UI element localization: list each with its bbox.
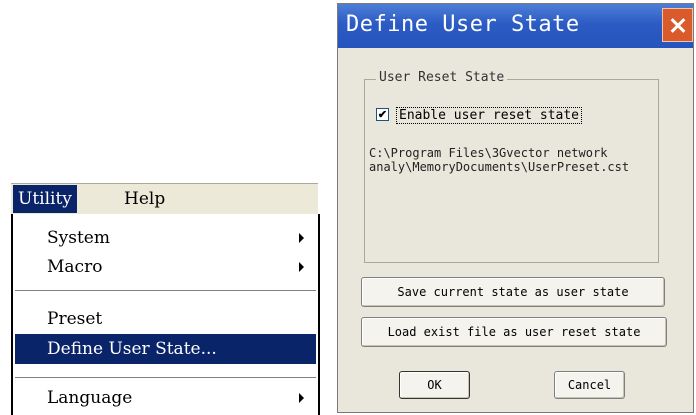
submenu-arrow-icon <box>299 233 304 243</box>
menu-item-define-user-state[interactable]: Define User State... <box>15 334 316 364</box>
group-title: User Reset State <box>376 70 508 85</box>
define-user-state-dialog: Define User State User Reset State ✔ Ena… <box>337 3 694 413</box>
menu-item-preset[interactable]: Preset <box>15 304 316 334</box>
checkbox-label[interactable]: Enable user reset state <box>396 107 583 124</box>
dialog-title-bar[interactable]: Define User State <box>338 4 693 48</box>
menu-separator <box>15 377 316 379</box>
menu-item-label: Define User State... <box>47 339 217 359</box>
menu-item-label: Preset <box>47 309 103 329</box>
ok-button[interactable]: OK <box>399 371 470 399</box>
menu-item-label: Language <box>47 388 133 408</box>
menu-item-label: Macro <box>47 257 103 277</box>
cancel-button[interactable]: Cancel <box>554 371 625 399</box>
submenu-arrow-icon <box>299 262 304 272</box>
save-current-state-button[interactable]: Save current state as user state <box>361 277 665 307</box>
utility-menu-region: Utility Help System Macro Preset Define … <box>11 183 320 415</box>
menu-utility[interactable]: Utility <box>13 185 77 213</box>
menu-help[interactable]: Help <box>119 185 170 213</box>
enable-user-reset-state-checkbox[interactable]: ✔ <box>376 108 389 121</box>
utility-dropdown: System Macro Preset Define User State...… <box>11 214 320 415</box>
menu-item-label: System <box>47 228 110 248</box>
submenu-arrow-icon <box>299 393 304 403</box>
menu-item-language[interactable]: Language <box>15 383 316 413</box>
load-exist-file-button[interactable]: Load exist file as user reset state <box>361 317 667 347</box>
menu-separator <box>15 290 316 292</box>
menu-item-system[interactable]: System <box>15 223 316 253</box>
close-icon[interactable] <box>662 8 693 42</box>
user-state-file-path: C:\Program Files\3Gvector network analy\… <box>369 146 630 174</box>
dialog-title: Define User State <box>346 12 580 37</box>
menu-bar: Utility Help <box>11 183 318 214</box>
menu-item-macro[interactable]: Macro <box>15 252 316 282</box>
